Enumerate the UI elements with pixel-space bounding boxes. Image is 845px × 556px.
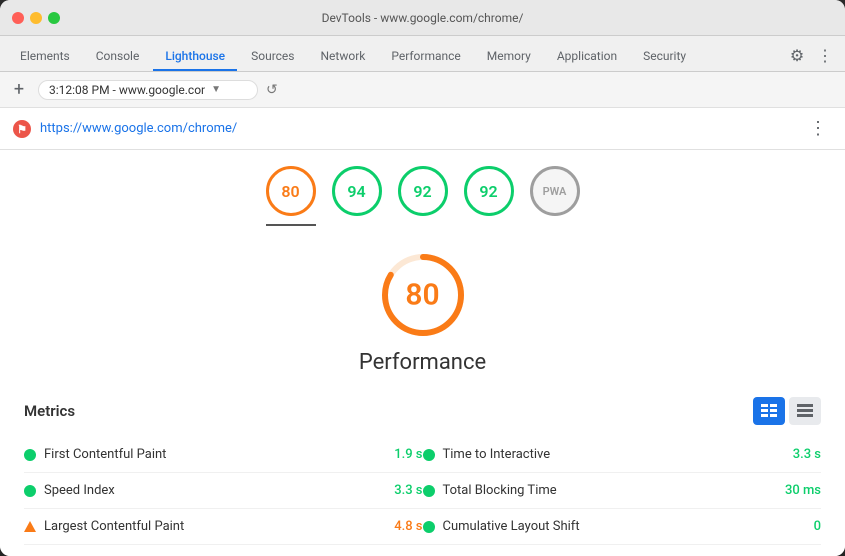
metric-name-tbt: Total Blocking Time [443, 483, 777, 498]
address-text: 3:12:08 PM - www.google.cor [49, 83, 205, 97]
url-display: https://www.google.com/chrome/ [40, 121, 795, 136]
address-bar: + 3:12:08 PM - www.google.cor ▼ ↺ [0, 72, 845, 108]
minimize-button[interactable] [30, 12, 42, 24]
metric-dot-fcp [24, 449, 36, 461]
metric-lcp: Largest Contentful Paint 4.8 s [24, 509, 423, 545]
tab-performance[interactable]: Performance [379, 43, 472, 71]
refresh-icon[interactable]: ↺ [266, 82, 278, 98]
traffic-lights [12, 12, 60, 24]
metric-cls: Cumulative Layout Shift 0 [423, 509, 822, 545]
score-tab-pwa[interactable]: PWA [530, 166, 580, 226]
view-toggle [753, 397, 821, 425]
list-view-button[interactable] [789, 397, 821, 425]
browser-window: DevTools - www.google.com/chrome/ Elemen… [0, 0, 845, 556]
score-circle-performance: 80 [266, 166, 316, 216]
tab-security[interactable]: Security [631, 43, 698, 71]
window-title: DevTools - www.google.com/chrome/ [322, 11, 524, 25]
metric-value-cls: 0 [814, 519, 821, 534]
tab-console[interactable]: Console [84, 43, 152, 71]
tab-bar: Elements Console Lighthouse Sources Netw… [0, 36, 845, 72]
metric-dot-tti [423, 449, 435, 461]
metrics-section: Metrics [0, 385, 845, 545]
score-tab-performance[interactable]: 80 [266, 166, 316, 226]
metric-tti: Time to Interactive 3.3 s [423, 437, 822, 473]
metric-value-fcp: 1.9 s [394, 447, 422, 462]
main-score-circle: 80 [378, 250, 468, 340]
score-circle-accessibility: 94 [332, 166, 382, 216]
metric-value-tti: 3.3 s [793, 447, 821, 462]
tab-application[interactable]: Application [545, 43, 629, 71]
svg-text:⚑: ⚑ [17, 123, 27, 136]
tab-elements[interactable]: Elements [8, 43, 82, 71]
metrics-grid: First Contentful Paint 1.9 s Time to Int… [24, 437, 821, 545]
metric-dot-cls [423, 521, 435, 533]
tab-extras: ⚙ ⋮ [785, 43, 837, 71]
metric-name-lcp: Largest Contentful Paint [44, 519, 386, 534]
url-menu-icon[interactable]: ⋮ [803, 116, 833, 141]
new-tab-button[interactable]: + [8, 79, 30, 101]
metric-name-tti: Time to Interactive [443, 447, 785, 462]
grid-view-button[interactable] [753, 397, 785, 425]
metric-dot-si [24, 485, 36, 497]
settings-icon[interactable]: ⚙ [785, 43, 809, 67]
score-tab-seo[interactable]: 92 [464, 166, 514, 226]
metric-name-cls: Cumulative Layout Shift [443, 519, 806, 534]
footer-note: Values are estimated and may vary. The p… [0, 545, 845, 556]
metric-value-tbt: 30 ms [785, 483, 821, 498]
lighthouse-logo-icon: ⚑ [12, 119, 32, 139]
score-tab-accessibility[interactable]: 94 [332, 166, 382, 226]
more-icon[interactable]: ⋮ [813, 43, 837, 67]
url-row: ⚑ https://www.google.com/chrome/ ⋮ [0, 108, 845, 150]
address-chevron: ▼ [211, 84, 221, 95]
tab-sources[interactable]: Sources [239, 43, 306, 71]
close-button[interactable] [12, 12, 24, 24]
lighthouse-panel: ⚑ https://www.google.com/chrome/ ⋮ 80 94… [0, 108, 845, 556]
metric-name-fcp: First Contentful Paint [44, 447, 386, 462]
main-score-label: Performance [359, 350, 486, 375]
title-bar: DevTools - www.google.com/chrome/ [0, 0, 845, 36]
metric-value-si: 3.3 s [394, 483, 422, 498]
metric-fcp: First Contentful Paint 1.9 s [24, 437, 423, 473]
metric-tbt: Total Blocking Time 30 ms [423, 473, 822, 509]
metric-value-lcp: 4.8 s [394, 519, 422, 534]
score-circle-pwa: PWA [530, 166, 580, 216]
tab-lighthouse[interactable]: Lighthouse [153, 43, 237, 71]
maximize-button[interactable] [48, 12, 60, 24]
tab-memory[interactable]: Memory [475, 43, 543, 71]
score-tabs: 80 94 92 92 PWA [0, 150, 845, 230]
main-score-number: 80 [405, 278, 439, 313]
address-input-wrap[interactable]: 3:12:08 PM - www.google.cor ▼ [38, 80, 258, 100]
score-circle-seo: 92 [464, 166, 514, 216]
metrics-title: Metrics [24, 402, 75, 420]
metrics-header: Metrics [24, 397, 821, 425]
metric-name-si: Speed Index [44, 483, 386, 498]
metric-dot-tbt [423, 485, 435, 497]
tab-network[interactable]: Network [309, 43, 378, 71]
metric-triangle-lcp [24, 521, 36, 532]
score-circle-best-practices: 92 [398, 166, 448, 216]
metric-si: Speed Index 3.3 s [24, 473, 423, 509]
score-tab-best-practices[interactable]: 92 [398, 166, 448, 226]
main-score-area: 80 Performance [0, 230, 845, 385]
